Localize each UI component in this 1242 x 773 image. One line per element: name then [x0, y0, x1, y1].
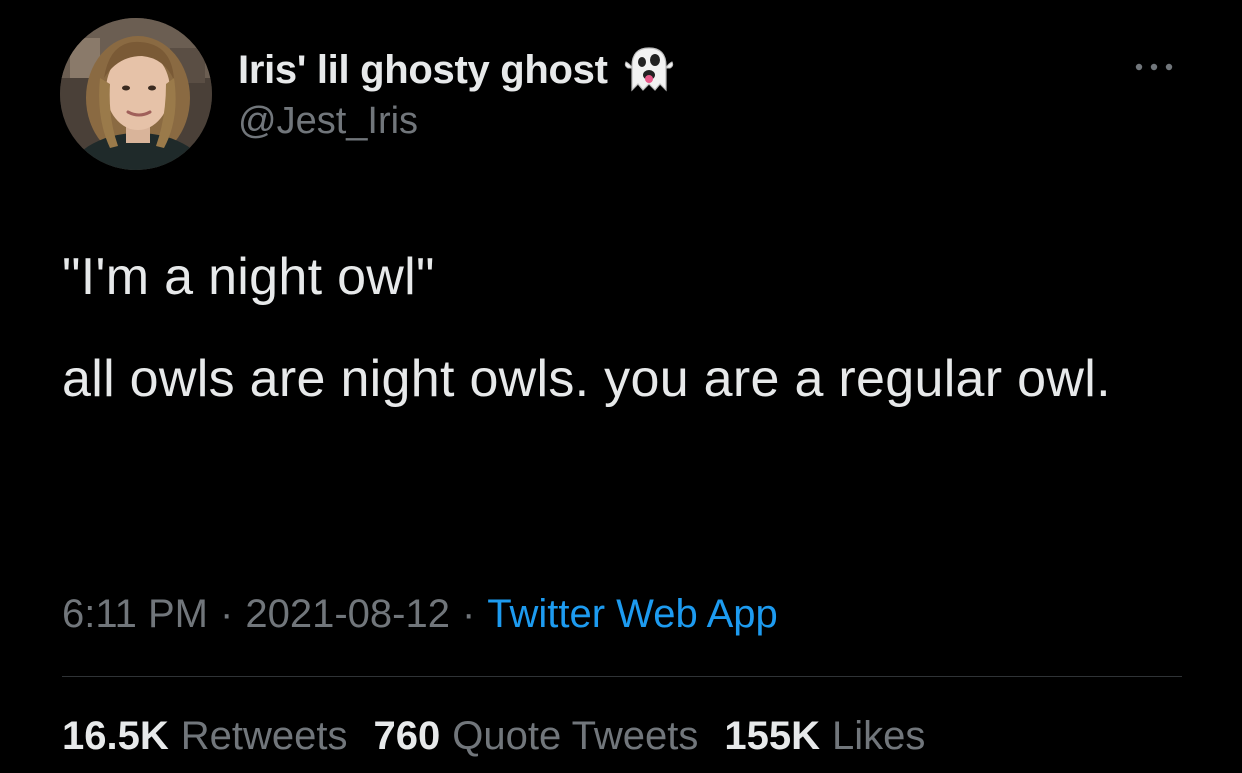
more-options-button[interactable] [1130, 52, 1178, 82]
divider [62, 676, 1182, 677]
quote-tweets-count: 760 [373, 713, 441, 758]
ghost-emoji-icon [622, 44, 674, 96]
tweet-date[interactable]: 2021-08-12 [245, 592, 450, 637]
tweet-time[interactable]: 6:11 PM [62, 592, 208, 637]
author-display-name[interactable]: Iris' lil ghosty ghost [238, 48, 608, 93]
meta-separator: · [220, 591, 234, 636]
likes-label: Likes [831, 713, 926, 758]
tweet-card: Iris' lil ghosty ghost @Jest_Iris "I'm a… [0, 0, 1242, 773]
more-horizontal-icon [1135, 63, 1173, 71]
avatar-photo [60, 18, 212, 170]
avatar[interactable] [60, 18, 212, 170]
tweet-paragraph: all owls are night owls. you are a regul… [62, 350, 1111, 408]
author-handle[interactable]: @Jest_Iris [238, 100, 418, 143]
author-name-row: Iris' lil ghosty ghost [238, 44, 674, 96]
tweet-source-link[interactable]: Twitter Web App [487, 592, 778, 637]
quote-tweets-stat[interactable]: 760 Quote Tweets [374, 714, 699, 759]
likes-count: 155K [724, 713, 820, 758]
likes-stat[interactable]: 155K Likes [724, 714, 925, 759]
retweets-stat[interactable]: 16.5K Retweets [62, 714, 348, 759]
tweet-text: "I'm a night owl" all owls are night owl… [62, 240, 1192, 444]
quote-tweets-label: Quote Tweets [452, 713, 699, 758]
retweets-label: Retweets [180, 713, 348, 758]
tweet-stats: 16.5K Retweets 760 Quote Tweets 155K Lik… [62, 710, 951, 762]
tweet-paragraph: "I'm a night owl" [62, 248, 435, 306]
tweet-meta: 6:11 PM · 2021-08-12 · Twitter Web App [62, 588, 778, 640]
retweets-count: 16.5K [62, 713, 169, 758]
meta-separator: · [461, 591, 476, 636]
